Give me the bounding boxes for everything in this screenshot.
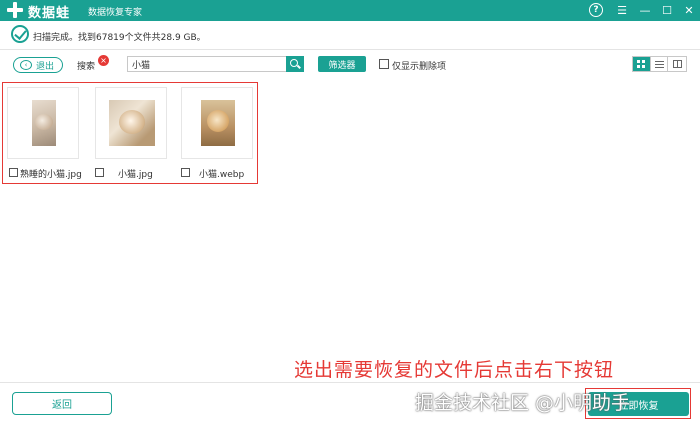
app-window: 数据蛙 数据恢复专家 ? ☰ — ☐ ✕ 扫描完成。找到67819个文件共28.… (0, 0, 700, 424)
cat-photo-thumbnail (201, 100, 235, 146)
search-input[interactable] (127, 56, 287, 72)
list-view-icon (654, 60, 664, 68)
cat-photo-thumbnail (32, 100, 56, 146)
back-arrow-icon: ‹ (20, 60, 32, 70)
grid-view-button[interactable] (633, 57, 651, 71)
menu-icon[interactable]: ☰ (614, 2, 630, 18)
exit-button-label: 退出 (36, 61, 55, 72)
cat-photo-thumbnail (109, 100, 155, 146)
search-button[interactable] (286, 56, 304, 72)
divider (0, 49, 700, 50)
deleted-only-checkbox[interactable] (379, 59, 389, 69)
scan-status: 扫描完成。找到67819个文件共28.9 GB。 (0, 22, 700, 48)
file-checkbox[interactable] (95, 168, 104, 177)
detail-view-button[interactable] (668, 57, 686, 71)
view-mode-switcher (632, 56, 687, 72)
scan-status-text: 扫描完成。找到67819个文件共28.9 GB。 (33, 33, 206, 43)
file-name: 小猫.webp (199, 170, 245, 180)
divider (0, 382, 700, 383)
grid-view-icon (637, 60, 645, 68)
return-button[interactable]: 返回 (12, 392, 112, 415)
app-subtitle: 数据恢复专家 (88, 8, 143, 18)
close-button[interactable]: ✕ (681, 2, 697, 18)
file-thumbnail[interactable] (181, 87, 253, 159)
deleted-only-label: 仅显示删除项 (392, 62, 447, 72)
logo-icon (7, 2, 23, 18)
help-icon[interactable]: ? (589, 3, 603, 17)
exit-button[interactable]: ‹ 退出 (13, 57, 63, 73)
file-checkbox[interactable] (181, 168, 190, 177)
file-thumbnail[interactable] (95, 87, 167, 159)
maximize-button[interactable]: ☐ (659, 2, 675, 18)
title-bar: 数据蛙 数据恢复专家 ? ☰ — ☐ ✕ (0, 0, 700, 21)
file-name: 小猫.jpg (118, 170, 153, 180)
app-logo-text: 数据蛙 (28, 6, 71, 21)
file-checkbox[interactable] (9, 168, 18, 177)
minimize-button[interactable]: — (637, 2, 653, 18)
detail-view-icon (672, 60, 682, 68)
search-label: 搜索 (77, 62, 96, 72)
instruction-annotation: 选出需要恢复的文件后点击右下按钮 (294, 359, 615, 381)
watermark-text: 掘金技术社区 @小明助手 (415, 392, 631, 414)
clear-search-icon[interactable]: × (98, 55, 109, 66)
list-view-button[interactable] (651, 57, 669, 71)
check-circle-icon (11, 25, 29, 43)
file-thumbnail[interactable] (7, 87, 79, 159)
file-name: 熟睡的小猫.jpg (20, 170, 82, 180)
filter-button[interactable]: 筛选器 (318, 56, 366, 72)
